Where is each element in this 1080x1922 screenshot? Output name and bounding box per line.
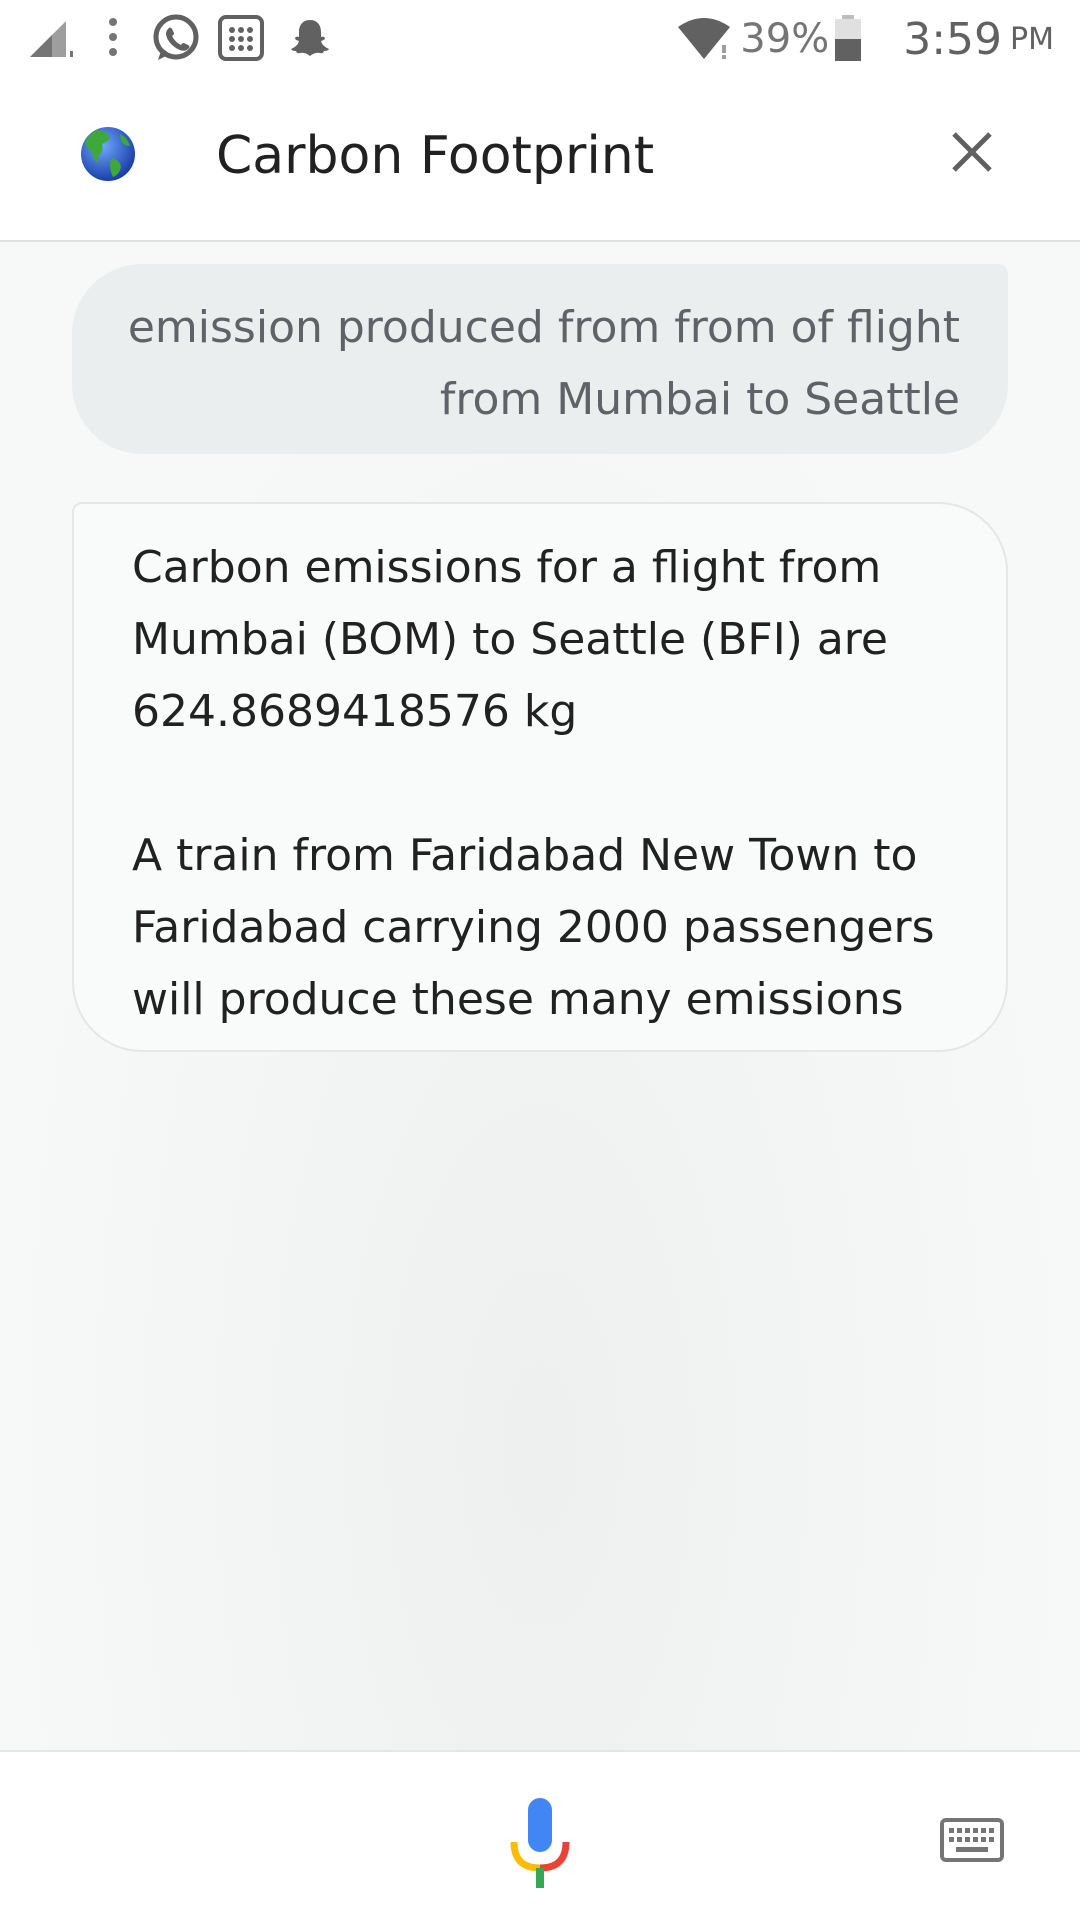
close-icon[interactable] xyxy=(948,128,996,176)
conversation-area[interactable]: emission produced from from of flight fr… xyxy=(0,242,1080,1750)
whatsapp-icon xyxy=(153,14,199,60)
clock-ampm: PM xyxy=(1010,21,1054,57)
assistant-response-bubble: Carbon emissions for a flight from Mumba… xyxy=(72,502,1008,1052)
status-bar-left xyxy=(26,12,332,64)
keyboard-icon[interactable] xyxy=(940,1818,1004,1862)
clock-time: 3:59 xyxy=(903,13,1003,65)
snapchat-icon xyxy=(291,20,329,56)
battery-percent: 39% xyxy=(740,16,830,62)
input-bar xyxy=(0,1750,1080,1922)
user-message-bubble: emission produced from from of flight fr… xyxy=(72,264,1008,454)
signal-icon xyxy=(30,21,73,57)
status-bar: 39% 3:59 PM xyxy=(0,0,1080,78)
globe-icon xyxy=(81,127,135,181)
user-message-text: emission produced from from of flight fr… xyxy=(127,302,960,425)
response-paragraph-flight: Carbon emissions for a flight from Mumba… xyxy=(132,542,888,737)
calculator-icon xyxy=(218,15,264,61)
battery-icon xyxy=(835,15,862,61)
status-bar-right: 39% 3:59 PM xyxy=(676,8,1054,70)
more-vert-icon xyxy=(109,18,117,56)
page-title: Carbon Footprint xyxy=(216,126,655,186)
app-header: Carbon Footprint xyxy=(0,78,1080,242)
mic-icon[interactable] xyxy=(508,1796,572,1892)
wifi-icon xyxy=(678,18,731,59)
response-paragraph-train: A train from Faridabad New Town to Farid… xyxy=(132,830,935,1025)
